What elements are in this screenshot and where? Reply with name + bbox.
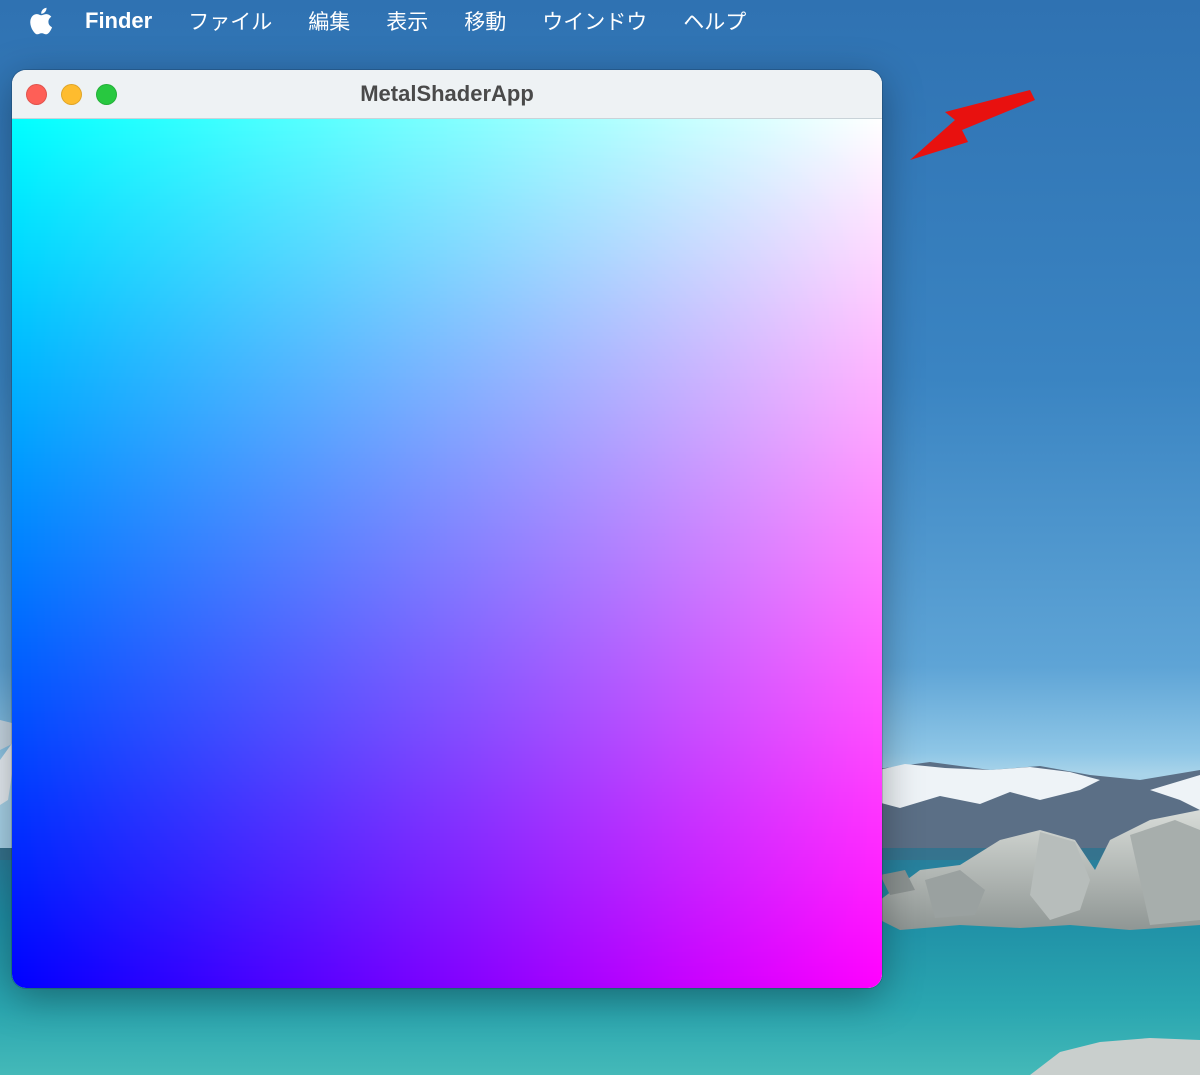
window-title: MetalShaderApp	[360, 81, 534, 106]
apple-logo-icon[interactable]	[25, 5, 55, 37]
menu-view[interactable]: 表示	[386, 6, 428, 36]
metal-shader-canvas	[12, 119, 882, 988]
menu-help[interactable]: ヘルプ	[683, 6, 746, 36]
app-window: MetalShaderApp	[12, 70, 882, 988]
gradient-layer	[12, 119, 882, 988]
menu-bar: Finder ファイル 編集 表示 移動 ウインドウ ヘルプ	[0, 0, 1200, 42]
window-controls	[26, 84, 117, 105]
menu-window[interactable]: ウインドウ	[542, 6, 647, 36]
menu-go[interactable]: 移動	[464, 6, 506, 36]
red-arrow-icon	[910, 90, 1035, 160]
minimize-button[interactable]	[61, 84, 82, 105]
menu-finder[interactable]: Finder	[85, 8, 152, 34]
menu-file[interactable]: ファイル	[188, 6, 272, 36]
window-titlebar[interactable]: MetalShaderApp	[12, 70, 882, 119]
zoom-button[interactable]	[96, 84, 117, 105]
desktop: Finder ファイル 編集 表示 移動 ウインドウ ヘルプ MetalShad…	[0, 0, 1200, 1075]
close-button[interactable]	[26, 84, 47, 105]
menu-edit[interactable]: 編集	[308, 6, 350, 36]
